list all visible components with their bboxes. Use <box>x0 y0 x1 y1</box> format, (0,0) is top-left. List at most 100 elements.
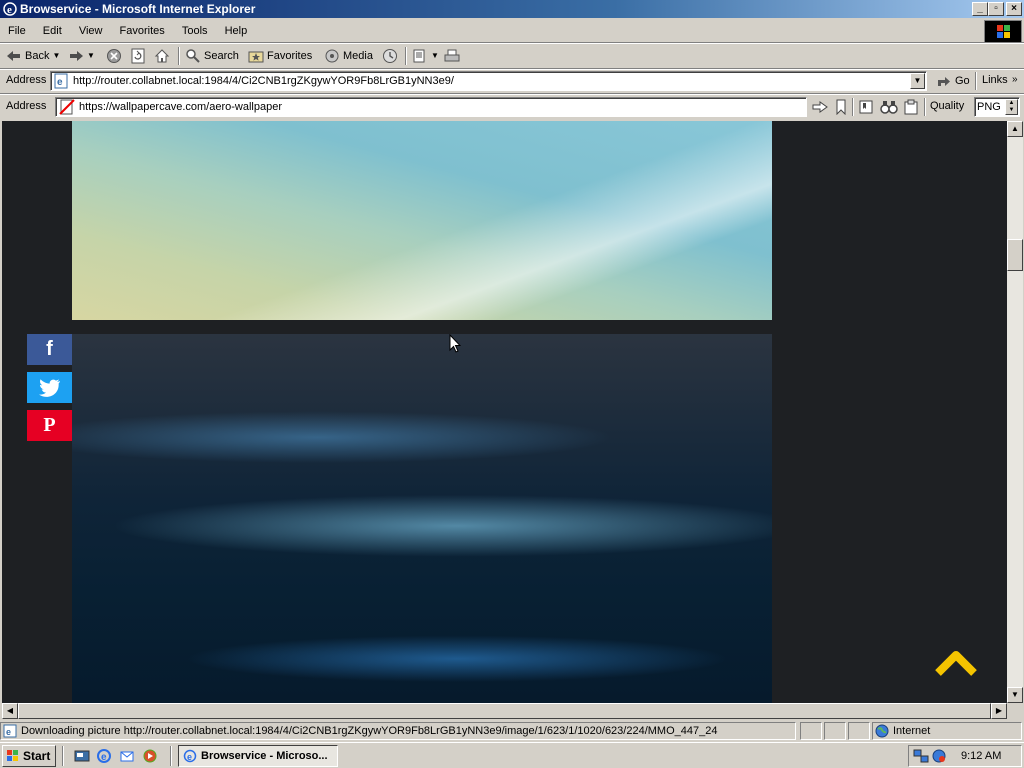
home-icon <box>154 49 170 63</box>
printer-icon <box>444 49 460 62</box>
forward-dropdown-icon[interactable]: ▼ <box>87 46 95 66</box>
taskbar-item-browservice[interactable]: e Browservice - Microso... <box>178 745 338 767</box>
outlook-express-icon[interactable] <box>119 748 135 764</box>
media-button[interactable]: Media <box>324 46 373 66</box>
page-viewport[interactable]: f P <box>2 121 1007 703</box>
bookmarks-list-button[interactable] <box>858 97 874 117</box>
menu-help[interactable]: Help <box>219 20 254 42</box>
address-dropdown-icon[interactable]: ▼ <box>910 73 925 89</box>
mail-dropdown-icon[interactable]: ▼ <box>431 46 439 66</box>
svg-text:e: e <box>6 727 11 737</box>
bs-toolbar-separator <box>852 98 854 116</box>
taskbar: Start e e Browservice - Microso... 9:12 … <box>0 742 1024 768</box>
facebook-share-button[interactable]: f <box>27 334 72 365</box>
globe-tray-icon[interactable] <box>931 748 947 764</box>
home-button[interactable] <box>154 46 170 66</box>
quality-selector[interactable]: PNG ▲ ▼ <box>974 97 1020 117</box>
ie-window: e Browservice - Microsoft Internet Explo… <box>0 0 1024 768</box>
stop-icon <box>107 49 121 63</box>
search-icon <box>186 49 200 63</box>
ie-task-icon: e <box>183 749 197 763</box>
status-bar: e Downloading picture http://router.coll… <box>0 721 1024 741</box>
scroll-right-icon[interactable]: ▶ <box>991 703 1007 719</box>
quicklaunch-separator <box>170 746 172 766</box>
downloading-page-icon: e <box>3 724 17 738</box>
facebook-icon: f <box>46 338 53 360</box>
menu-view[interactable]: View <box>73 20 109 42</box>
bookmark-icon <box>836 99 846 115</box>
links-chevron-icon[interactable]: » <box>1012 74 1018 85</box>
go-button[interactable]: Go <box>936 71 970 91</box>
browservice-toolbar: Address https://wallpapercave.com/aero-w… <box>0 95 1024 119</box>
stop-button[interactable] <box>106 46 122 66</box>
bookmark-button[interactable] <box>834 97 848 117</box>
ie-address-label: Address <box>6 74 47 86</box>
search-button[interactable]: Search <box>185 46 239 66</box>
clock[interactable]: 9:12 AM <box>961 750 1001 762</box>
twitter-share-button[interactable] <box>27 372 72 403</box>
refresh-button[interactable] <box>130 46 146 66</box>
mouse-pointer-icon <box>449 334 461 353</box>
standard-toolbar: Back ▼ ▼ Search Favorites Media ▼ <box>0 44 1024 68</box>
horizontal-scroll-thumb[interactable] <box>18 703 991 719</box>
links-separator <box>975 72 977 90</box>
pinterest-icon: P <box>43 414 56 436</box>
menu-edit[interactable]: Edit <box>37 20 68 42</box>
svg-text:e: e <box>101 752 107 763</box>
menu-file[interactable]: File <box>2 20 32 42</box>
quicklaunch-separator <box>62 746 64 766</box>
bs-address-input[interactable]: https://wallpapercave.com/aero-wallpaper <box>55 97 807 117</box>
windows-flag-icon <box>997 25 1010 38</box>
bs-address-text: https://wallpapercave.com/aero-wallpaper <box>79 101 282 113</box>
restore-button[interactable]: ▫ <box>988 2 1004 16</box>
clipboard-button[interactable] <box>903 97 919 117</box>
media-player-icon[interactable] <box>142 748 158 764</box>
vertical-scroll-thumb[interactable] <box>1007 239 1023 271</box>
horizontal-scrollbar[interactable]: ◀ ▶ <box>2 703 1007 719</box>
vertical-scrollbar[interactable]: ▲ ▼ <box>1007 121 1023 703</box>
clipboard-icon <box>904 99 918 115</box>
go-label: Go <box>955 75 970 87</box>
history-icon <box>383 49 397 63</box>
find-button[interactable] <box>880 97 898 117</box>
go-arrow-icon <box>812 101 828 113</box>
bs-go-button[interactable] <box>812 97 828 117</box>
media-label: Media <box>343 50 373 62</box>
pinterest-share-button[interactable]: P <box>27 410 72 441</box>
close-button[interactable]: × <box>1006 2 1022 16</box>
print-button[interactable] <box>444 46 460 66</box>
favorites-button[interactable]: Favorites <box>248 46 312 66</box>
back-button[interactable]: Back ▼ <box>6 46 60 66</box>
links-button[interactable]: Links <box>982 74 1008 86</box>
status-panel-lock <box>824 722 846 740</box>
status-zone-panel: Internet <box>872 722 1022 740</box>
show-desktop-icon[interactable] <box>74 748 90 764</box>
ie-quicklaunch-icon[interactable]: e <box>96 748 112 764</box>
scroll-up-icon[interactable]: ▲ <box>1007 121 1023 137</box>
network-icon[interactable] <box>913 748 929 764</box>
wallpaper-image-aero-blue[interactable] <box>72 334 772 703</box>
start-button[interactable]: Start <box>2 745 56 767</box>
scroll-down-icon[interactable]: ▼ <box>1007 687 1023 703</box>
forward-arrow-icon <box>70 51 83 61</box>
wallpaper-image-aero-light[interactable] <box>72 121 772 320</box>
twitter-bird-icon <box>38 378 60 397</box>
bookmarks-icon <box>859 100 873 114</box>
insecure-page-icon <box>59 99 75 115</box>
history-button[interactable] <box>382 46 398 66</box>
quality-spinner-icon[interactable]: ▲ ▼ <box>1005 99 1018 115</box>
mail-button[interactable]: ▼ <box>412 46 439 66</box>
scroll-left-icon[interactable]: ◀ <box>2 703 18 719</box>
system-tray: 9:12 AM <box>908 745 1022 767</box>
go-arrow-icon <box>938 77 950 86</box>
ie-address-input[interactable]: e http://router.collabnet.local:1984/4/C… <box>50 71 927 91</box>
menu-favorites[interactable]: Favorites <box>114 20 171 42</box>
back-dropdown-icon[interactable]: ▼ <box>52 46 60 66</box>
forward-button[interactable]: ▼ <box>68 46 95 66</box>
scroll-to-top-icon[interactable] <box>934 649 978 677</box>
media-icon <box>325 49 339 63</box>
toolbar-separator <box>405 47 407 65</box>
minimize-button[interactable]: _ <box>972 2 988 16</box>
bs-address-label: Address <box>6 100 47 112</box>
menu-tools[interactable]: Tools <box>176 20 214 42</box>
